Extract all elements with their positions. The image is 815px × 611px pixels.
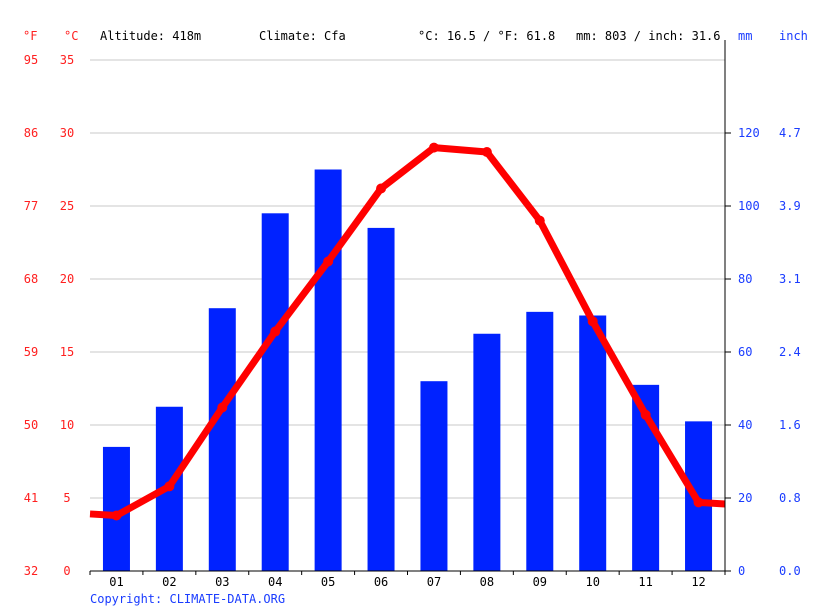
tick-label-celsius: 20 bbox=[60, 272, 74, 286]
x-tick-label: 06 bbox=[374, 575, 388, 589]
x-tick-label: 12 bbox=[691, 575, 705, 589]
tick-label-mm: 20 bbox=[738, 491, 752, 505]
temperature-point bbox=[111, 510, 122, 521]
tick-label-fahrenheit: 77 bbox=[24, 199, 38, 213]
tick-label-celsius: 25 bbox=[60, 199, 74, 213]
x-tick-label: 08 bbox=[480, 575, 494, 589]
climate-label: Climate: Cfa bbox=[259, 29, 346, 43]
right-axis-ticks: 0 0.0 20 0.8 40 1.6 60 2.4 80 3.1 100 3.9 120 4.7 bbox=[725, 126, 801, 578]
tick-label-mm: 80 bbox=[738, 272, 752, 286]
precipitation-bar bbox=[473, 333, 501, 571]
temperature-point bbox=[587, 316, 598, 327]
x-tick-label: 09 bbox=[533, 575, 547, 589]
precipitation-bar bbox=[314, 169, 342, 571]
unit-celsius-label: °C bbox=[64, 29, 78, 43]
tick-label-mm: 100 bbox=[738, 199, 760, 213]
x-tick-label: 01 bbox=[109, 575, 123, 589]
axes bbox=[90, 40, 726, 575]
temperature-summary: °C: 16.5 / °F: 61.8 bbox=[418, 29, 555, 43]
temperature-point bbox=[640, 409, 651, 420]
altitude-label: Altitude: 418m bbox=[100, 29, 201, 43]
temperature-point bbox=[270, 326, 281, 337]
tick-label-mm: 0 bbox=[738, 564, 745, 578]
tick-label-celsius: 0 bbox=[63, 564, 70, 578]
tick-label-inch: 0.0 bbox=[779, 564, 801, 578]
copyright-link[interactable]: Copyright: CLIMATE-DATA.ORG bbox=[90, 592, 285, 606]
tick-label-inch: 4.7 bbox=[779, 126, 801, 140]
precipitation-bar bbox=[420, 381, 448, 571]
tick-label-mm: 40 bbox=[738, 418, 752, 432]
temperature-point bbox=[481, 146, 492, 157]
x-tick-label: 04 bbox=[268, 575, 282, 589]
temperature-point bbox=[164, 481, 175, 492]
precipitation-bar bbox=[208, 308, 236, 571]
left-axis-ticks: 32 0 41 5 50 10 59 15 68 20 77 25 86 30 95 35 bbox=[24, 53, 74, 578]
x-tick-label: 10 bbox=[585, 575, 599, 589]
tick-label-fahrenheit: 41 bbox=[24, 491, 38, 505]
tick-label-celsius: 10 bbox=[60, 418, 74, 432]
tick-label-fahrenheit: 50 bbox=[24, 418, 38, 432]
tick-label-celsius: 5 bbox=[63, 491, 70, 505]
x-axis-ticks: 01 02 03 04 05 06 07 08 09 10 11 12 bbox=[89, 571, 726, 589]
tick-label-fahrenheit: 32 bbox=[24, 564, 38, 578]
x-tick-label: 02 bbox=[162, 575, 176, 589]
temperature-line bbox=[89, 142, 726, 521]
tick-label-inch: 3.1 bbox=[779, 272, 801, 286]
tick-label-mm: 60 bbox=[738, 345, 752, 359]
temperature-point bbox=[217, 402, 228, 413]
tick-label-fahrenheit: 59 bbox=[24, 345, 38, 359]
tick-label-mm: 120 bbox=[738, 126, 760, 140]
x-tick-label: 11 bbox=[638, 575, 652, 589]
precipitation-bar bbox=[261, 213, 289, 572]
precipitation-bar bbox=[367, 227, 395, 571]
tick-label-celsius: 30 bbox=[60, 126, 74, 140]
tick-label-inch: 2.4 bbox=[779, 345, 801, 359]
tick-label-fahrenheit: 86 bbox=[24, 126, 38, 140]
temperature-point bbox=[376, 183, 387, 194]
tick-label-celsius: 35 bbox=[60, 53, 74, 67]
temperature-point bbox=[428, 142, 439, 153]
tick-label-inch: 1.6 bbox=[779, 418, 801, 432]
tick-label-inch: 3.9 bbox=[779, 199, 801, 213]
x-tick-label: 03 bbox=[215, 575, 229, 589]
temperature-point bbox=[534, 215, 545, 226]
x-tick-label: 07 bbox=[427, 575, 441, 589]
unit-fahrenheit-label: °F bbox=[23, 29, 37, 43]
temperature-point bbox=[323, 256, 334, 267]
climate-chart: °F °C Altitude: 418m Climate: Cfa °C: 16… bbox=[23, 29, 808, 606]
unit-inch-label: inch bbox=[779, 29, 808, 43]
x-tick-label: 05 bbox=[321, 575, 335, 589]
precipitation-bar bbox=[579, 315, 607, 571]
tick-label-inch: 0.8 bbox=[779, 491, 801, 505]
temperature-series-line bbox=[89, 144, 726, 520]
tick-label-fahrenheit: 68 bbox=[24, 272, 38, 286]
gridlines bbox=[90, 59, 725, 499]
tick-label-celsius: 15 bbox=[60, 345, 74, 359]
chart-header: °F °C Altitude: 418m Climate: Cfa °C: 16… bbox=[23, 29, 808, 43]
precipitation-bar bbox=[526, 311, 554, 571]
tick-label-fahrenheit: 95 bbox=[24, 53, 38, 67]
temperature-point bbox=[693, 497, 704, 508]
unit-mm-label: mm bbox=[738, 29, 752, 43]
precipitation-summary: mm: 803 / inch: 31.6 bbox=[576, 29, 721, 43]
